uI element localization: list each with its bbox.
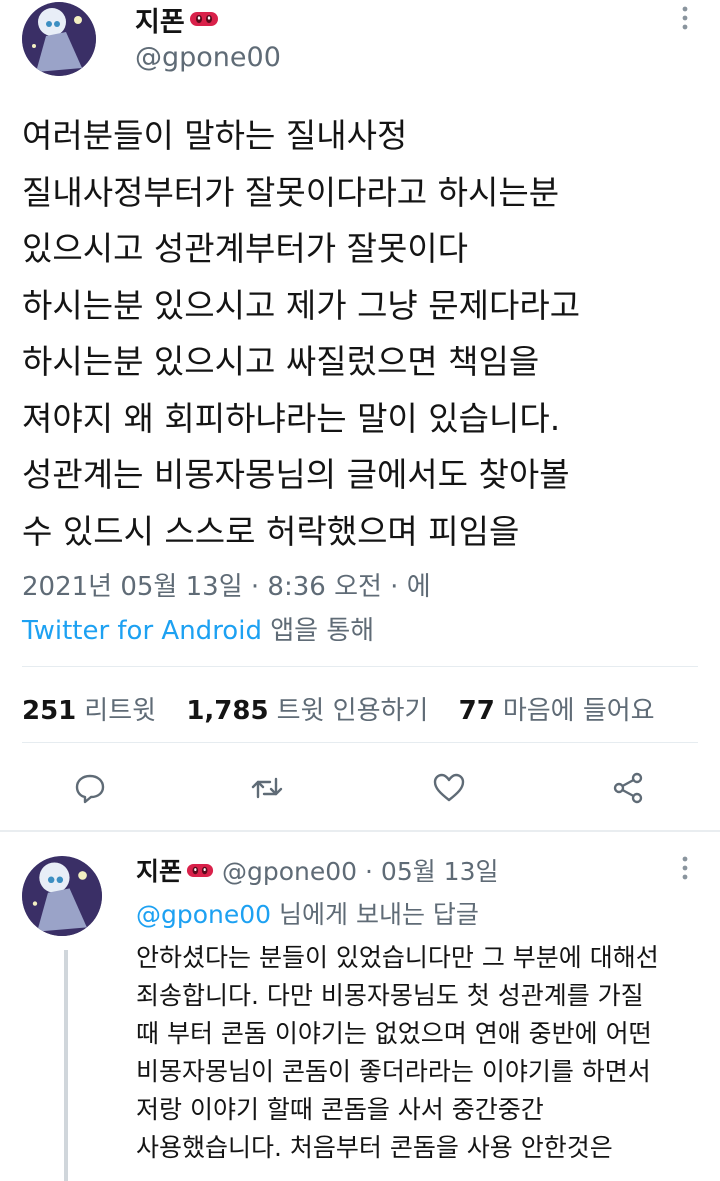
- reply-body: 안하셨다는 분들이 있었습니다만 그 부분에 대해선 죄송합니다. 다만 비몽자…: [136, 939, 716, 1167]
- reply-body-line: 때 부터 콘돔 이야기는 없었으며 연애 중반에 어떤: [136, 1019, 652, 1048]
- tweet-body-line: 하시는분 있으시고 제가 그냥 문제다라고: [22, 285, 581, 325]
- tweet-body: 여러분들이 말하는 질내사정 질내사정부터가 잘못이다라고 하시는분 있으시고 …: [22, 108, 712, 560]
- reply-body-line: 죄송합니다. 다만 비몽자몽님도 첫 성관계를 가질: [136, 981, 644, 1010]
- reply-author-avatar[interactable]: [22, 856, 102, 936]
- quotes-count: 1,785: [186, 696, 269, 726]
- reply-author-name: 지폰: [136, 857, 183, 886]
- like-icon[interactable]: [432, 771, 466, 805]
- quotes-label: 트윗 인용하기: [276, 696, 429, 726]
- tweet-body-line: 여러분들이 말하는 질내사정: [22, 116, 408, 155]
- author-name: 지폰: [135, 6, 185, 38]
- source-app-link[interactable]: Twitter for Android: [22, 616, 262, 646]
- author-handle[interactable]: @gpone00: [135, 42, 281, 73]
- thread-line: [64, 950, 68, 1181]
- tweet-body-line: 질내사정부터가 잘못이다라고 하시는분: [22, 172, 560, 212]
- reply-to-handle-link[interactable]: @gpone00: [136, 900, 271, 929]
- mask-emoji-icon: [189, 10, 219, 28]
- tweet-body-line: 져야지 왜 회피하냐라는 말이 있습니다.: [22, 398, 561, 438]
- more-vertical-icon[interactable]: [678, 6, 692, 34]
- reply-body-line: 사용했습니다. 처음부터 콘돔을 사용 안한것은: [136, 1133, 613, 1162]
- retweets-label: 리트윗: [84, 696, 157, 726]
- divider: [22, 666, 698, 667]
- tweet-timestamp[interactable]: 2021년 05월 13일 · 8:36 오전 · 에: [22, 566, 431, 603]
- reply-body-line: 비몽자몽님이 콘돔이 좋더라라는 이야기를 하면서: [136, 1057, 651, 1086]
- retweets-stat[interactable]: 251 리트윗: [22, 696, 156, 726]
- source-suffix: 앱을 통해: [261, 616, 375, 646]
- tweet-body-line: 하시는분 있으시고 싸질렀으면 책임을: [22, 342, 540, 381]
- likes-stat[interactable]: 77 마음에 들어요: [459, 696, 655, 726]
- tweet-body-line: 성관계는 비몽자몽님의 글에서도 찾아볼: [22, 455, 570, 494]
- replying-to: @gpone00 님에게 보내는 답글: [136, 895, 479, 931]
- mask-emoji-icon: [186, 862, 214, 879]
- reply-handle-date: @gpone00 · 05월 13일: [222, 857, 499, 886]
- reply-body-line: 저랑 이야기 할때 콘돔을 사서 중간중간: [136, 1095, 544, 1124]
- divider: [22, 742, 698, 743]
- author-name-row[interactable]: 지폰: [135, 2, 219, 38]
- retweet-icon[interactable]: [250, 771, 284, 805]
- tweet-body-line: 수 있드시 스스로 허락했으며 피임을: [22, 511, 520, 551]
- reply-icon[interactable]: [73, 771, 107, 805]
- likes-count: 77: [458, 696, 495, 726]
- reply-to-suffix: 님에게 보내는 답글: [271, 900, 479, 929]
- quotes-stat[interactable]: 1,785 트윗 인용하기: [186, 696, 428, 726]
- share-icon[interactable]: [611, 771, 645, 805]
- likes-label: 마음에 들어요: [502, 696, 655, 726]
- retweets-count: 251: [22, 696, 77, 726]
- author-avatar[interactable]: [22, 2, 96, 76]
- reply-more-vertical-icon[interactable]: [678, 856, 692, 884]
- reply-body-line: 안하셨다는 분들이 있었습니다만 그 부분에 대해선: [136, 943, 659, 972]
- tweet-stats: 251 리트윗 1,785 트윗 인용하기 77 마음에 들어요: [22, 690, 677, 727]
- tweet-source: Twitter for Android 앱을 통해: [22, 610, 374, 647]
- reply-header[interactable]: 지폰 @gpone00 · 05월 13일: [136, 853, 499, 887]
- tweet-body-line: 있으시고 성관계부터가 잘못이다: [22, 229, 469, 268]
- section-divider: [0, 830, 720, 832]
